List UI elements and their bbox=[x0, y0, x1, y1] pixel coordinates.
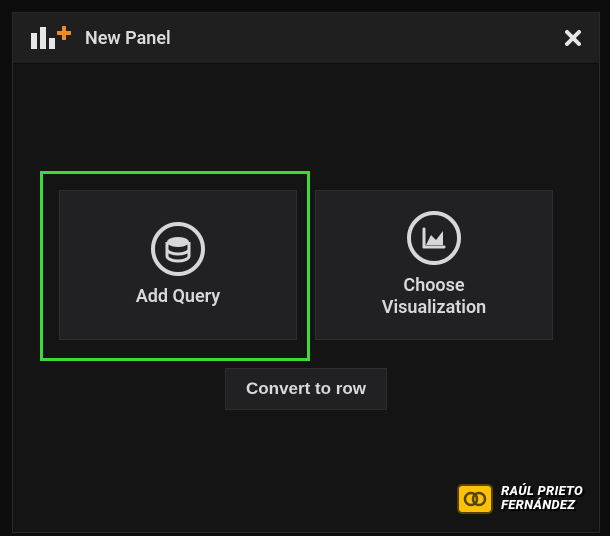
panel-title: New Panel bbox=[85, 28, 171, 49]
add-query-label: Add Query bbox=[136, 286, 220, 308]
close-icon[interactable] bbox=[561, 26, 585, 50]
panel-body: Add Query Choose Visualization Convert t… bbox=[13, 63, 599, 532]
add-query-button[interactable]: Add Query bbox=[59, 190, 297, 340]
area-chart-icon bbox=[407, 211, 461, 265]
watermark: RAÚL PRIETO FERNÁNDEZ bbox=[457, 484, 583, 514]
card-row: Add Query Choose Visualization bbox=[59, 190, 553, 340]
panel-header: New Panel bbox=[13, 13, 599, 63]
watermark-logo-icon bbox=[457, 484, 493, 514]
database-icon bbox=[151, 222, 205, 276]
choose-visualization-label: Choose Visualization bbox=[382, 275, 486, 318]
add-panel-icon bbox=[31, 27, 71, 49]
choose-visualization-button[interactable]: Choose Visualization bbox=[315, 190, 553, 340]
convert-to-row-button[interactable]: Convert to row bbox=[225, 368, 387, 410]
watermark-text: RAÚL PRIETO FERNÁNDEZ bbox=[501, 485, 583, 512]
panel-frame: New Panel Add Query bbox=[12, 12, 600, 533]
